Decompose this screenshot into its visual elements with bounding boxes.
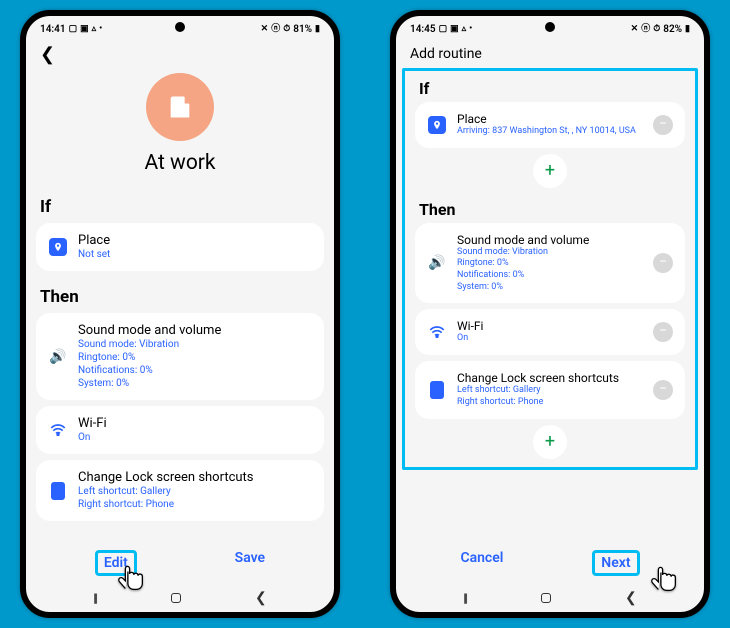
alarm-icon: ⏱ xyxy=(653,25,660,34)
lock-title: Change Lock screen shortcuts xyxy=(457,371,643,385)
place-sub: Arriving: 837 Washington St, , NY 10014,… xyxy=(457,126,643,138)
nav-recent-icon[interactable]: ||| xyxy=(93,591,96,605)
status-icon: ▢ xyxy=(439,25,448,34)
status-icon: ▵ xyxy=(462,25,467,34)
nfc-icon: ⓝ xyxy=(641,25,650,34)
status-time: 14:41 xyxy=(40,24,66,35)
then-header: Then xyxy=(405,192,695,223)
sound-l4: System: 0% xyxy=(78,377,312,390)
highlighted-region: If Place Arriving: 837 Washington St, , … xyxy=(402,68,698,470)
status-icon: • xyxy=(99,25,102,34)
wifi-icon xyxy=(48,424,68,436)
wifi-title: Wi-Fi xyxy=(78,416,312,431)
phone-left: 14:41 ▢ ▣ ▵ • ✕ ⓝ ⏱ 81% ▮ ❮ At work If xyxy=(20,10,340,618)
save-button[interactable]: Save xyxy=(235,550,265,576)
next-button[interactable]: Next xyxy=(592,550,639,576)
add-then-button[interactable]: + xyxy=(533,425,567,459)
status-icon: • xyxy=(469,25,472,34)
status-icon: ▣ xyxy=(450,25,459,34)
back-button[interactable]: ❮ xyxy=(26,38,334,71)
then-lock-card[interactable]: Change Lock screen shortcuts Left shortc… xyxy=(36,460,324,521)
location-pin-icon xyxy=(48,238,68,256)
nav-home-icon[interactable] xyxy=(171,593,181,603)
place-sub: Not set xyxy=(78,248,312,261)
remove-button[interactable]: − xyxy=(653,253,673,273)
then-lock-card[interactable]: Change Lock screen shortcuts Left shortc… xyxy=(415,361,685,418)
location-pin-icon xyxy=(427,116,447,134)
then-sound-card[interactable]: 🔊 Sound mode and volume Sound mode: Vibr… xyxy=(36,313,324,400)
remove-button[interactable]: − xyxy=(653,115,673,135)
vibrate-icon: ✕ xyxy=(261,25,269,34)
routine-hero: At work xyxy=(26,71,334,187)
wifi-sub: On xyxy=(457,333,643,345)
phone-icon xyxy=(48,482,68,500)
lock-title: Change Lock screen shortcuts xyxy=(78,470,312,485)
nav-recent-icon[interactable]: ||| xyxy=(463,591,466,605)
status-battery: 81% xyxy=(293,24,312,35)
screen-title: Add routine xyxy=(396,38,704,68)
then-sound-card[interactable]: 🔊 Sound mode and volume Sound mode: Vibr… xyxy=(415,223,685,304)
if-place-card[interactable]: Place Arriving: 837 Washington St, , NY … xyxy=(415,102,685,148)
alarm-icon: ⏱ xyxy=(283,25,290,34)
lock-l2: Right shortcut: Phone xyxy=(78,498,312,511)
wifi-title: Wi-Fi xyxy=(457,319,643,333)
nav-bar: ||| ❮ xyxy=(26,584,334,612)
place-title: Place xyxy=(457,112,643,126)
nav-home-icon[interactable] xyxy=(541,593,551,603)
phone-icon xyxy=(427,381,447,399)
battery-icon: ▮ xyxy=(315,25,320,34)
if-header: If xyxy=(26,187,334,223)
status-battery: 82% xyxy=(663,24,682,35)
volume-icon: 🔊 xyxy=(48,349,68,365)
then-header: Then xyxy=(26,277,334,313)
battery-icon: ▮ xyxy=(685,25,690,34)
sound-l2: Ringtone: 0% xyxy=(457,258,643,270)
building-icon xyxy=(146,73,214,141)
camera-punch-hole xyxy=(175,22,185,32)
sound-l4: System: 0% xyxy=(457,282,643,294)
then-wifi-card[interactable]: Wi-Fi On xyxy=(36,406,324,454)
status-time: 14:45 xyxy=(410,24,436,35)
nav-bar: ||| ❮ xyxy=(396,584,704,612)
place-title: Place xyxy=(78,233,312,248)
wifi-sub: On xyxy=(78,431,312,444)
sound-l1: Sound mode: Vibration xyxy=(457,247,643,259)
vibrate-icon: ✕ xyxy=(631,25,639,34)
camera-punch-hole xyxy=(545,22,555,32)
sound-l3: Notifications: 0% xyxy=(78,364,312,377)
if-header: If xyxy=(405,71,695,102)
lock-l2: Right shortcut: Phone xyxy=(457,397,643,409)
sound-title: Sound mode and volume xyxy=(457,233,643,247)
sound-l3: Notifications: 0% xyxy=(457,270,643,282)
add-if-button[interactable]: + xyxy=(533,154,567,188)
volume-icon: 🔊 xyxy=(427,255,447,271)
sound-title: Sound mode and volume xyxy=(78,323,312,338)
sound-l2: Ringtone: 0% xyxy=(78,351,312,364)
phone-right: 14:45 ▢ ▣ ▵ • ✕ ⓝ ⏱ 82% ▮ Add routine If… xyxy=(390,10,710,618)
remove-button[interactable]: − xyxy=(653,380,673,400)
wifi-icon xyxy=(427,326,447,338)
sound-l1: Sound mode: Vibration xyxy=(78,338,312,351)
status-icon: ▣ xyxy=(80,25,89,34)
edit-button[interactable]: Edit xyxy=(95,550,137,576)
nav-back-icon[interactable]: ❮ xyxy=(255,590,267,606)
status-icon: ▢ xyxy=(69,25,78,34)
then-wifi-card[interactable]: Wi-Fi On − xyxy=(415,309,685,355)
cancel-button[interactable]: Cancel xyxy=(460,550,503,576)
bottom-action-bar: Cancel Next xyxy=(396,542,704,584)
remove-button[interactable]: − xyxy=(653,322,673,342)
lock-l1: Left shortcut: Gallery xyxy=(457,385,643,397)
nfc-icon: ⓝ xyxy=(271,25,280,34)
routine-title: At work xyxy=(144,151,215,175)
status-icon: ▵ xyxy=(92,25,97,34)
if-place-card[interactable]: Place Not set xyxy=(36,223,324,271)
nav-back-icon[interactable]: ❮ xyxy=(625,590,637,606)
bottom-action-bar: Edit Save xyxy=(26,542,334,584)
lock-l1: Left shortcut: Gallery xyxy=(78,485,312,498)
